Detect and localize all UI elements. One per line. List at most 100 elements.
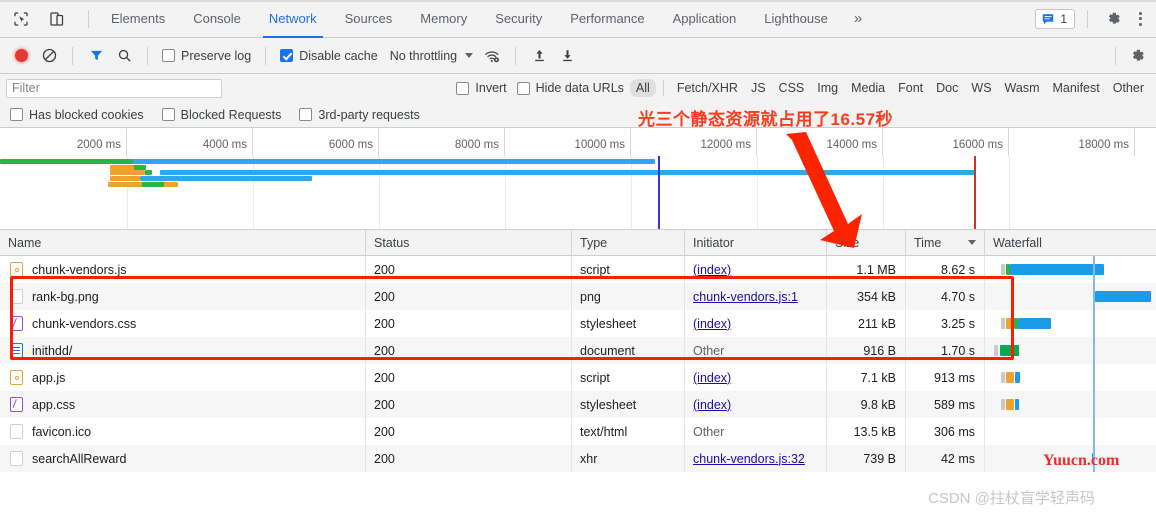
- type-filter-js[interactable]: JS: [745, 79, 772, 97]
- initiator-link[interactable]: (index): [693, 371, 731, 385]
- tabbar-divider: [88, 9, 89, 28]
- search-button[interactable]: [111, 43, 137, 69]
- checkbox-box: [162, 49, 175, 62]
- cell-initiator: chunk-vendors.js:1: [685, 283, 827, 310]
- column-header-time[interactable]: Time: [906, 229, 985, 256]
- control-divider-1: [72, 46, 73, 65]
- record-button[interactable]: [8, 43, 34, 69]
- initiator-link[interactable]: chunk-vendors.js:32: [693, 452, 805, 466]
- column-header-size[interactable]: Size: [827, 229, 906, 256]
- initiator-link[interactable]: (index): [693, 317, 731, 331]
- type-filter-font[interactable]: Font: [892, 79, 929, 97]
- waterfall-download-bar: [1015, 372, 1020, 383]
- initiator-link[interactable]: chunk-vendors.js:1: [693, 290, 798, 304]
- tab-performance[interactable]: Performance: [556, 0, 658, 38]
- inspect-element-icon[interactable]: [8, 6, 34, 32]
- column-header-status[interactable]: Status: [366, 229, 572, 256]
- cell-size: 739 B: [827, 445, 906, 472]
- blocked-requests-checkbox[interactable]: Blocked Requests: [158, 108, 286, 122]
- third-party-requests-checkbox[interactable]: 3rd-party requests: [295, 108, 423, 122]
- cell-size: 9.8 kB: [827, 391, 906, 418]
- preserve-log-checkbox[interactable]: Preserve log: [158, 49, 255, 63]
- table-row[interactable]: chunk-vendors.css 200 stylesheet (index)…: [0, 310, 1156, 337]
- type-filter-doc[interactable]: Doc: [930, 79, 964, 97]
- column-header-type[interactable]: Type: [572, 229, 685, 256]
- table-row[interactable]: app.js 200 script (index) 7.1 kB 913 ms: [0, 364, 1156, 391]
- type-filter-wasm[interactable]: Wasm: [999, 79, 1046, 97]
- table-row[interactable]: chunk-vendors.js 200 script (index) 1.1 …: [0, 256, 1156, 283]
- cell-type: text/html: [572, 418, 685, 445]
- tab-elements[interactable]: Elements: [97, 0, 179, 38]
- table-row[interactable]: searchAllReward 200 xhr chunk-vendors.js…: [0, 445, 1156, 472]
- waterfall-download-bar: [1018, 318, 1051, 329]
- tab-label: Performance: [570, 11, 645, 26]
- cell-type: script: [572, 364, 685, 391]
- tab-console[interactable]: Console: [179, 0, 255, 38]
- disable-cache-checkbox[interactable]: Disable cache: [276, 49, 382, 63]
- cell-initiator: chunk-vendors.js:32: [685, 445, 827, 472]
- waterfall-queue-bar: [994, 345, 998, 356]
- cell-name: rank-bg.png: [0, 283, 366, 310]
- type-filter-manifest[interactable]: Manifest: [1046, 79, 1105, 97]
- waterfall-dcl-line: [1093, 283, 1095, 310]
- tab-application[interactable]: Application: [659, 0, 751, 38]
- throttling-dropdown[interactable]: No throttling: [390, 49, 474, 63]
- table-row[interactable]: inithdd/ 200 document Other 916 B 1.70 s: [0, 337, 1156, 364]
- type-filter-ws[interactable]: WS: [965, 79, 997, 97]
- network-conditions-button[interactable]: [479, 43, 505, 69]
- download-arrow-icon: [562, 50, 572, 62]
- invert-checkbox[interactable]: Invert: [452, 81, 510, 95]
- type-filter-other[interactable]: Other: [1107, 79, 1150, 97]
- ruler-tick-label: 6000 ms: [328, 139, 373, 151]
- export-har-button[interactable]: [554, 43, 580, 69]
- message-count-button[interactable]: 1: [1035, 8, 1075, 29]
- initiator-link[interactable]: (index): [693, 263, 731, 277]
- checkbox-box: [280, 49, 294, 62]
- type-filter-all[interactable]: All: [629, 79, 656, 97]
- waterfall-download-bar: [1015, 399, 1019, 410]
- column-header-initiator[interactable]: Initiator: [685, 229, 827, 256]
- hide-data-urls-checkbox[interactable]: Hide data URLs: [513, 81, 628, 95]
- column-header-name[interactable]: Name: [0, 229, 366, 256]
- waterfall-dcl-line: [1093, 256, 1095, 283]
- device-toolbar-icon[interactable]: [44, 6, 70, 32]
- cell-type: png: [572, 283, 685, 310]
- more-options-icon[interactable]: [1130, 7, 1150, 31]
- clear-button[interactable]: [36, 43, 62, 69]
- has-blocked-cookies-checkbox[interactable]: Has blocked cookies: [6, 108, 148, 122]
- filter-toggle-button[interactable]: [83, 43, 109, 69]
- tab-sources[interactable]: Sources: [331, 0, 407, 38]
- filter-input[interactable]: [6, 78, 222, 98]
- gear-icon[interactable]: [1100, 6, 1126, 32]
- cell-size: 916 B: [827, 337, 906, 364]
- type-filter-css[interactable]: CSS: [773, 79, 811, 97]
- cell-waterfall: [985, 391, 1156, 418]
- type-filter-fetchxhr[interactable]: Fetch/XHR: [671, 79, 744, 97]
- initiator-link[interactable]: (index): [693, 398, 731, 412]
- table-row[interactable]: favicon.ico 200 text/html Other 13.5 kB …: [0, 418, 1156, 445]
- watermark-site: Yuucn.com: [1043, 452, 1120, 469]
- table-row[interactable]: app.css 200 stylesheet (index) 9.8 kB 58…: [0, 391, 1156, 418]
- tab-memory[interactable]: Memory: [406, 0, 481, 38]
- waterfall-queue-bar: [1001, 264, 1005, 275]
- table-row[interactable]: rank-bg.png 200 png chunk-vendors.js:1 3…: [0, 283, 1156, 310]
- network-overview[interactable]: 2000 ms 4000 ms 6000 ms 8000 ms 10000 ms…: [0, 128, 1156, 230]
- column-header-waterfall[interactable]: Waterfall: [985, 230, 1156, 256]
- more-tabs-button[interactable]: »: [842, 0, 874, 38]
- import-har-button[interactable]: [526, 43, 552, 69]
- wifi-gear-icon: [484, 50, 499, 62]
- file-css-icon: [10, 397, 23, 412]
- cell-status: 200: [366, 391, 572, 418]
- cell-type: document: [572, 337, 685, 364]
- chevron-double-right-icon: »: [853, 10, 863, 27]
- tab-label: Application: [672, 11, 737, 26]
- waterfall-dcl-line: [1093, 364, 1095, 391]
- tab-network[interactable]: Network: [255, 0, 331, 38]
- request-name: inithdd/: [32, 343, 73, 358]
- type-filter-img[interactable]: Img: [811, 79, 844, 97]
- type-filter-media[interactable]: Media: [845, 79, 891, 97]
- waterfall-dcl-line: [1093, 310, 1095, 337]
- tab-security[interactable]: Security: [481, 0, 556, 38]
- tab-lighthouse[interactable]: Lighthouse: [750, 0, 842, 38]
- network-settings-button[interactable]: [1124, 43, 1150, 69]
